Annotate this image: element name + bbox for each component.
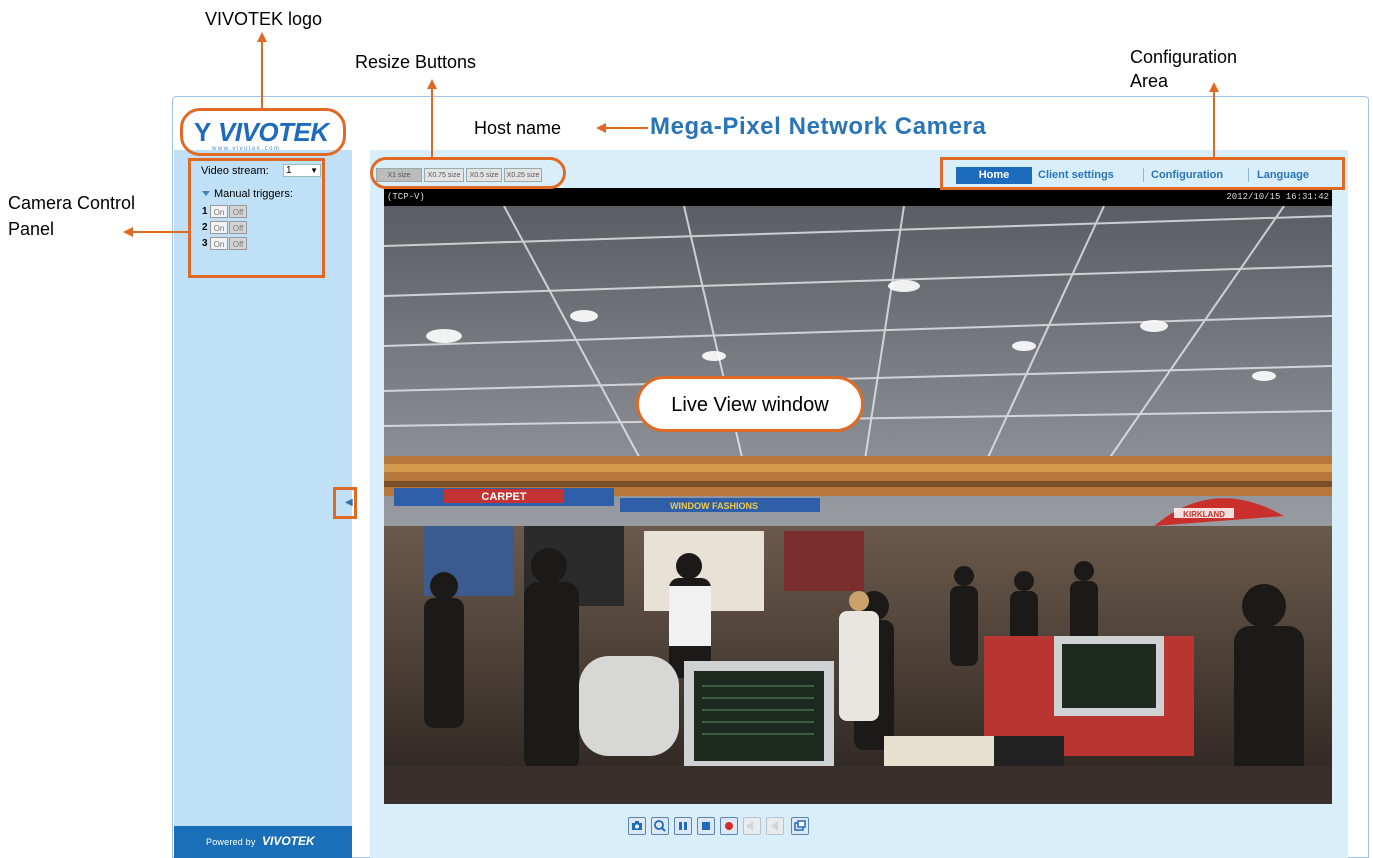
camera-icon	[632, 821, 642, 830]
video-protocol: (TCP-V)	[387, 192, 425, 202]
annotation-configuration-2: Area	[1130, 71, 1169, 91]
annotation-box-control-panel	[188, 158, 325, 278]
speaker-icon	[771, 821, 778, 831]
annotation-resize: Resize Buttons	[355, 52, 477, 72]
annotation-live-view-bubble: Live View window	[636, 376, 864, 432]
fullscreen-icon	[794, 820, 806, 831]
stop-button[interactable]	[697, 817, 715, 835]
annotation-logo: VIVOTEK logo	[205, 9, 323, 29]
record-icon	[725, 822, 733, 830]
volume-icon	[747, 821, 753, 831]
annotation-line	[604, 127, 648, 129]
stop-icon	[702, 822, 710, 830]
sign-window-fashions: WINDOW FASHIONS	[670, 501, 758, 511]
zoom-icon	[654, 820, 666, 832]
annotation-line	[131, 231, 189, 233]
pause-button[interactable]	[674, 817, 692, 835]
video-timestamp: 2012/10/15 16:31:42	[1226, 192, 1329, 202]
snapshot-button[interactable]	[628, 817, 646, 835]
digital-zoom-button[interactable]	[651, 817, 669, 835]
fullscreen-button[interactable]	[791, 817, 809, 835]
live-view-window[interactable]: (TCP-V) 2012/10/15 16:31:42 CARPET WINDO…	[384, 188, 1332, 804]
powered-by-text: Powered by	[206, 837, 256, 847]
sign-carpet: CARPET	[481, 491, 527, 503]
annotation-configuration-1: Configuration	[1130, 47, 1238, 67]
pause-icon	[679, 822, 687, 830]
annotation-box-collapse	[333, 487, 357, 519]
mute-button[interactable]	[766, 817, 784, 835]
annotation-camera-control-1: Camera Control	[8, 193, 136, 213]
annotation-camera-control-2: Panel	[8, 219, 55, 239]
annotation-host-name: Host name	[474, 118, 562, 138]
annotation-box-configuration	[940, 157, 1345, 190]
annotation-line	[1213, 90, 1215, 158]
record-button[interactable]	[720, 817, 738, 835]
annotation-line	[431, 87, 433, 157]
sign-kirkland: KIRKLAND	[1183, 510, 1225, 519]
footer-vivotek-logo: VIVOTEK	[262, 834, 315, 848]
camera-scene-image: CARPET WINDOW FASHIONS KIRKLAND	[384, 206, 1332, 804]
annotation-live-view: Live View window	[671, 394, 829, 416]
volume-button[interactable]	[743, 817, 761, 835]
annotation-box-logo	[180, 108, 346, 156]
annotation-line	[261, 40, 263, 110]
sidebar-footer: Powered by VIVOTEK	[174, 826, 352, 858]
video-status-bar: (TCP-V) 2012/10/15 16:31:42	[384, 188, 1332, 206]
host-name-title: Mega-Pixel Network Camera	[650, 113, 987, 140]
annotation-box-resize	[370, 157, 566, 189]
